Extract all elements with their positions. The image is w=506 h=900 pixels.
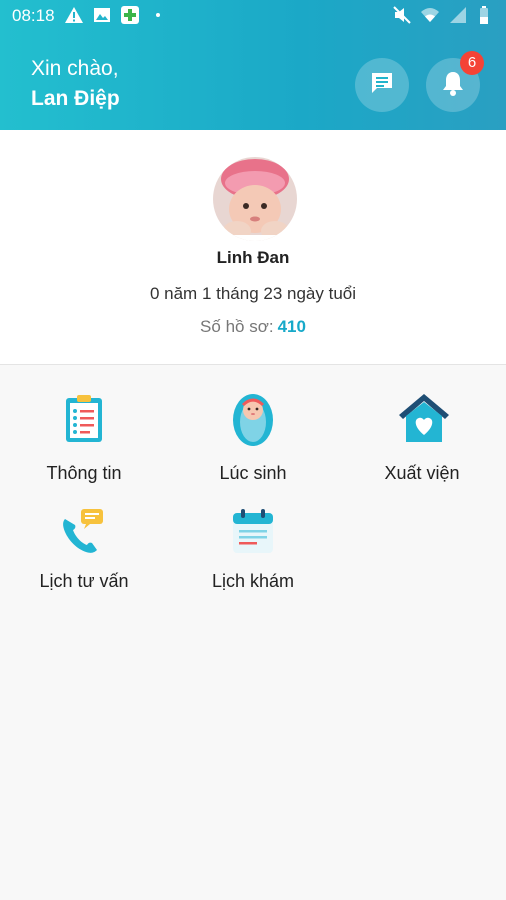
phone-chat-icon [59,507,109,559]
calendar-icon [228,507,278,559]
status-bar: 08:18 [0,0,506,32]
menu-item-label: Xuất viện [384,463,460,483]
notification-badge: 6 [460,51,484,75]
warning-icon [64,5,84,25]
menu-item-birth[interactable]: Lúc sinh [169,393,337,493]
record-number: 410 [277,317,306,336]
record-number-row: Số hồ sơ: 410 [0,317,506,337]
menu-item-consult-schedule[interactable]: Lịch tư vấn [0,507,168,607]
child-name: Linh Đan [216,248,290,267]
menu-item-info[interactable]: Thông tin [0,393,168,493]
child-age: 0 năm 1 tháng 23 ngày tuổi [149,284,357,303]
signal-icon [448,5,468,25]
user-name: Lan Điệp [31,87,120,110]
child-profile-card: Linh Đan 0 năm 1 tháng 23 ngày tuổi Số h… [0,130,506,365]
medical-plus-icon [120,5,140,25]
clipboard-icon [59,393,109,445]
chat-button[interactable] [355,58,409,112]
menu-item-exam-schedule[interactable]: Lịch khám [169,507,337,607]
dot-icon [148,5,168,25]
menu-item-label: Lịch tư vấn [39,571,129,591]
menu-item-label: Lịch khám [211,571,295,591]
record-label: Số hồ sơ: [200,317,274,336]
menu-item-discharge[interactable]: Xuất viện [338,393,506,493]
bell-icon [439,69,467,102]
menu-item-label: Thông tin [46,463,122,483]
chat-icon [368,69,396,102]
app-header: 08:18 Xin chào, Lan Điệp 6 [0,0,506,130]
wifi-icon [420,5,440,25]
swaddled-baby-icon [228,391,278,446]
notification-button[interactable]: 6 [426,51,484,112]
child-avatar[interactable] [213,157,297,241]
image-icon [92,5,112,25]
home-heart-icon [397,391,449,443]
menu-item-label: Lúc sinh [219,463,287,483]
mute-icon [392,5,412,25]
status-time: 08:18 [12,6,55,25]
greeting-text: Xin chào, [31,57,119,80]
battery-icon [476,5,496,25]
